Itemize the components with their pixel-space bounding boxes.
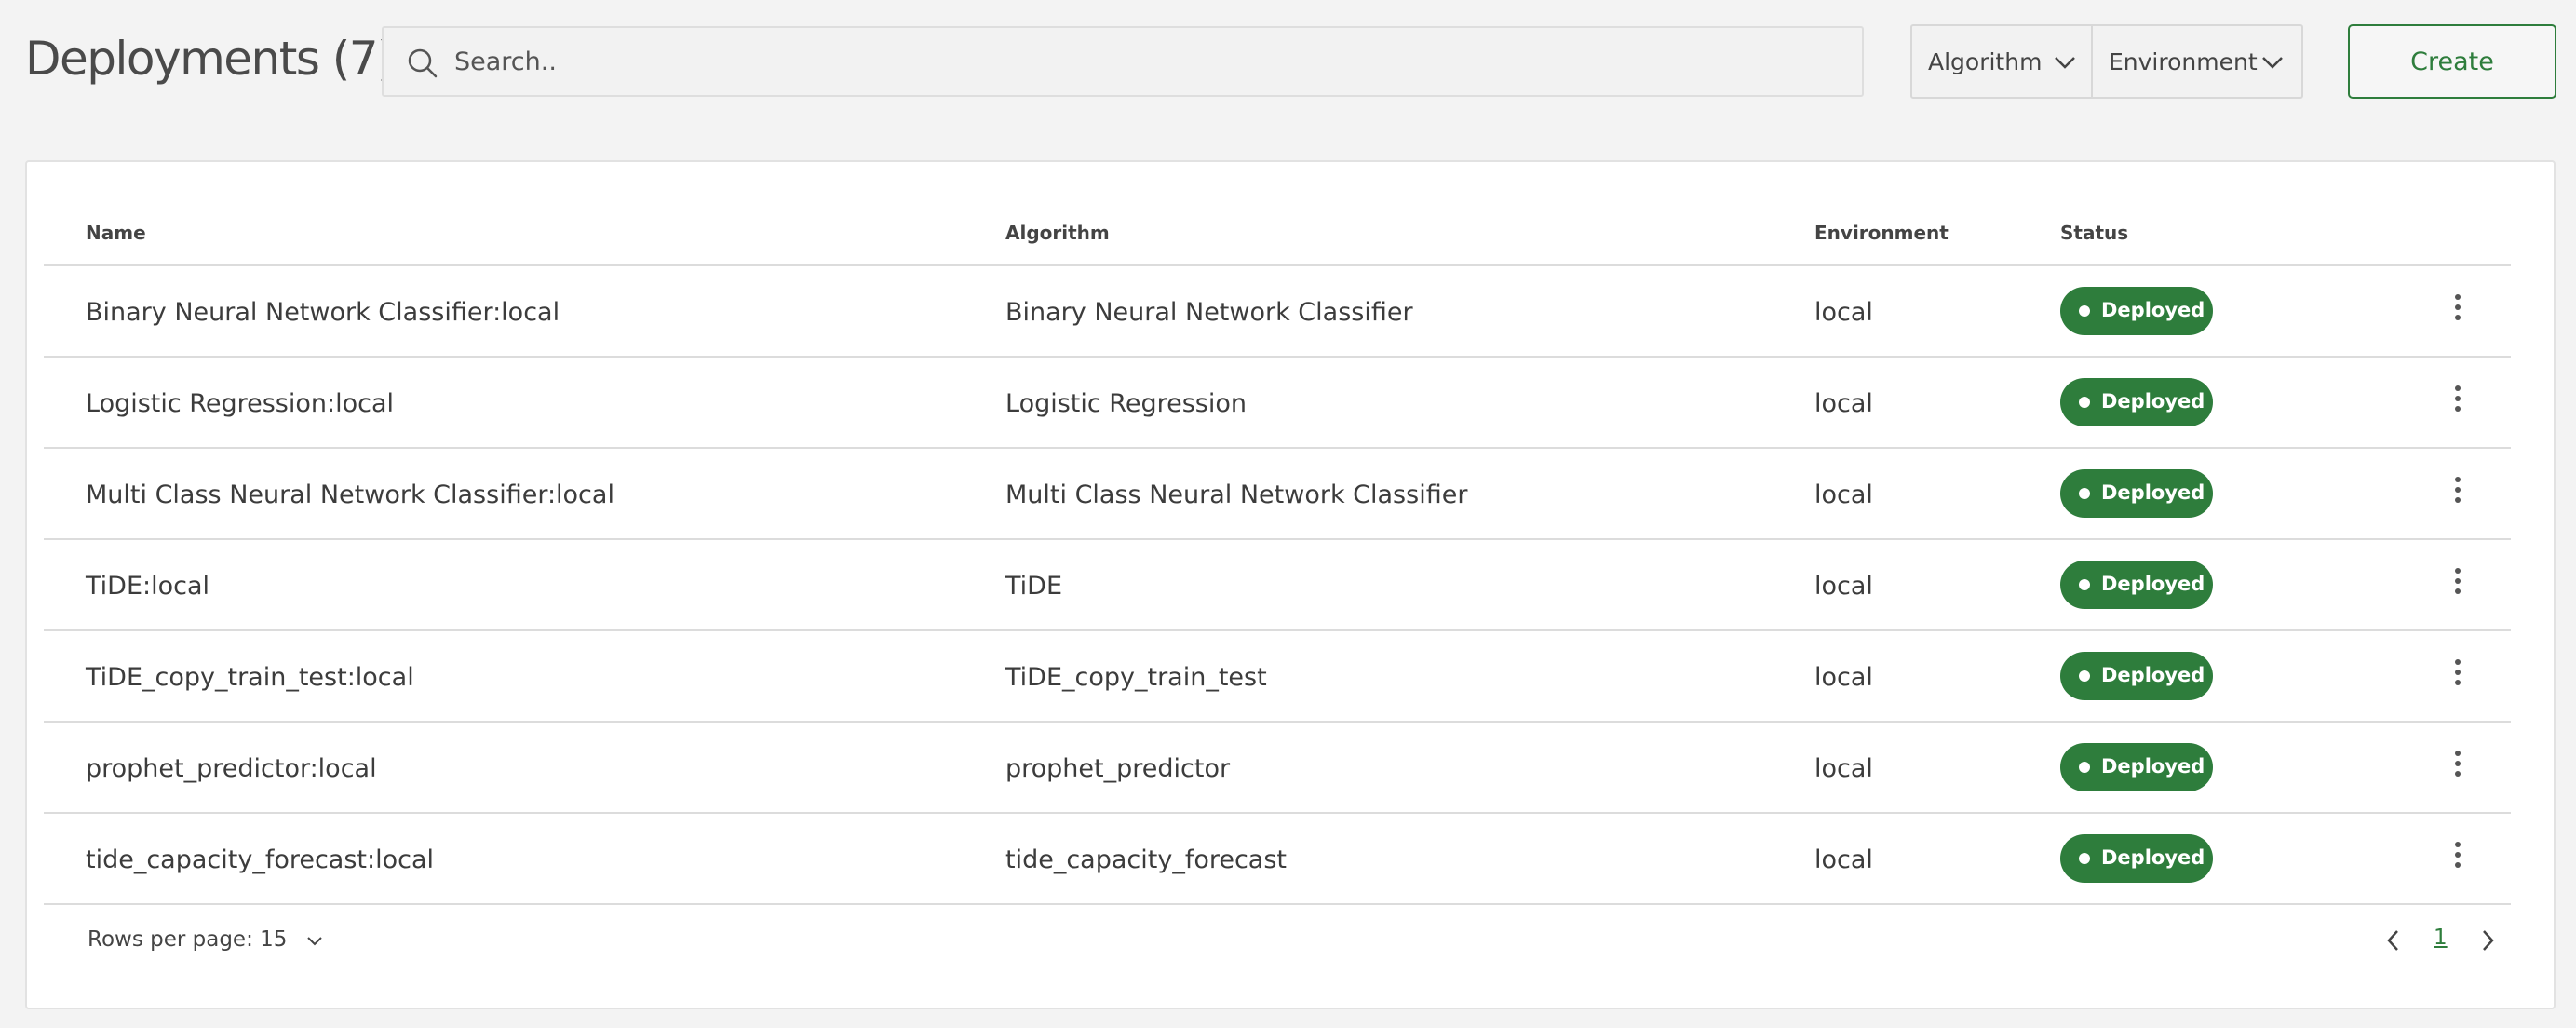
chevron-right-icon[interactable] [2475, 926, 2501, 955]
deployment-algorithm: Multi Class Neural Network Classifier [1005, 480, 1468, 509]
deployment-algorithm: prophet_predictor [1005, 754, 1231, 783]
table-row[interactable]: prophet_predictor:local prophet_predicto… [44, 723, 2511, 814]
status-dot-icon [2079, 579, 2090, 590]
deployment-algorithm: Binary Neural Network Classifier [1005, 298, 1413, 327]
column-header-algorithm[interactable]: Algorithm [1005, 222, 1110, 244]
status-badge-label: Deployed [2101, 755, 2205, 778]
kebab-menu-icon[interactable] [2448, 386, 2467, 419]
chevron-left-icon[interactable] [2380, 926, 2407, 955]
status-badge: Deployed [2060, 287, 2213, 335]
top-bar: Deployments (7) Algorithm Environment Cr… [0, 0, 2576, 130]
kebab-menu-icon[interactable] [2448, 659, 2467, 693]
status-badge-label: Deployed [2101, 573, 2205, 595]
chevron-down-icon [307, 936, 322, 945]
deployment-algorithm: TiDE [1005, 572, 1063, 601]
table-header-row: Name Algorithm Environment Status [44, 203, 2511, 266]
page-title: Deployments (7) [25, 32, 396, 86]
deployment-environment: local [1814, 480, 1873, 509]
kebab-menu-icon[interactable] [2448, 842, 2467, 875]
status-dot-icon [2079, 762, 2090, 773]
table-row[interactable]: tide_capacity_forecast:local tide_capaci… [44, 814, 2511, 905]
status-dot-icon [2079, 853, 2090, 864]
status-badge-label: Deployed [2101, 846, 2205, 869]
deployment-name[interactable]: Logistic Regression:local [86, 389, 394, 418]
filter-group: Algorithm Environment [1910, 24, 2303, 99]
status-dot-icon [2079, 397, 2090, 408]
deployment-environment: local [1814, 845, 1873, 874]
table-footer: Rows per page: 15 1 [44, 905, 2511, 976]
deployment-environment: local [1814, 572, 1873, 601]
status-badge: Deployed [2060, 743, 2213, 791]
status-badge: Deployed [2060, 561, 2213, 609]
rows-per-page-label: Rows per page: 15 [88, 927, 288, 952]
deployment-name[interactable]: prophet_predictor:local [86, 754, 377, 783]
search-icon [408, 48, 438, 78]
algorithm-filter-dropdown[interactable]: Algorithm [1912, 26, 2093, 97]
table-row[interactable]: Binary Neural Network Classifier:local B… [44, 266, 2511, 358]
status-badge: Deployed [2060, 652, 2213, 700]
status-dot-icon [2079, 670, 2090, 682]
table-row[interactable]: Multi Class Neural Network Classifier:lo… [44, 449, 2511, 540]
status-badge: Deployed [2060, 834, 2213, 883]
deployment-environment: local [1814, 663, 1873, 692]
environment-filter-label: Environment [2109, 48, 2258, 75]
status-badge-label: Deployed [2101, 481, 2205, 504]
deployment-name[interactable]: Binary Neural Network Classifier:local [86, 298, 560, 327]
search-input[interactable] [454, 28, 1832, 95]
deployment-algorithm: TiDE_copy_train_test [1005, 663, 1267, 692]
rows-per-page-dropdown[interactable]: Rows per page: 15 [88, 927, 324, 952]
deployment-environment: local [1814, 754, 1873, 783]
create-button[interactable]: Create [2348, 24, 2556, 99]
kebab-menu-icon[interactable] [2448, 751, 2467, 784]
algorithm-filter-label: Algorithm [1928, 48, 2043, 75]
status-dot-icon [2079, 305, 2090, 317]
status-dot-icon [2079, 488, 2090, 499]
chevron-down-icon [2262, 57, 2283, 69]
deployment-environment: local [1814, 298, 1873, 327]
column-header-environment[interactable]: Environment [1814, 222, 1949, 244]
deployment-environment: local [1814, 389, 1873, 418]
status-badge: Deployed [2060, 378, 2213, 426]
deployment-name[interactable]: TiDE_copy_train_test:local [86, 663, 414, 692]
deployment-name[interactable]: TiDE:local [86, 572, 209, 601]
status-badge-label: Deployed [2101, 664, 2205, 686]
status-badge-label: Deployed [2101, 299, 2205, 321]
column-header-name[interactable]: Name [86, 222, 146, 244]
status-badge-label: Deployed [2101, 390, 2205, 413]
table-row[interactable]: TiDE_copy_train_test:local TiDE_copy_tra… [44, 631, 2511, 723]
deployment-name[interactable]: Multi Class Neural Network Classifier:lo… [86, 480, 614, 509]
chevron-down-icon [2055, 57, 2075, 69]
table-row[interactable]: Logistic Regression:local Logistic Regre… [44, 358, 2511, 449]
search-box[interactable] [382, 26, 1864, 97]
page-number-current[interactable]: 1 [2434, 926, 2448, 950]
kebab-menu-icon[interactable] [2448, 294, 2467, 328]
kebab-menu-icon[interactable] [2448, 568, 2467, 602]
deployments-table: Name Algorithm Environment Status Binary… [44, 203, 2511, 976]
column-header-status[interactable]: Status [2060, 222, 2128, 244]
status-badge: Deployed [2060, 469, 2213, 518]
deployment-algorithm: Logistic Regression [1005, 389, 1247, 418]
deployment-algorithm: tide_capacity_forecast [1005, 845, 1288, 874]
kebab-menu-icon[interactable] [2448, 477, 2467, 510]
table-row[interactable]: TiDE:local TiDE local Deployed [44, 540, 2511, 631]
environment-filter-dropdown[interactable]: Environment [2093, 26, 2301, 97]
deployment-name[interactable]: tide_capacity_forecast:local [86, 845, 434, 874]
